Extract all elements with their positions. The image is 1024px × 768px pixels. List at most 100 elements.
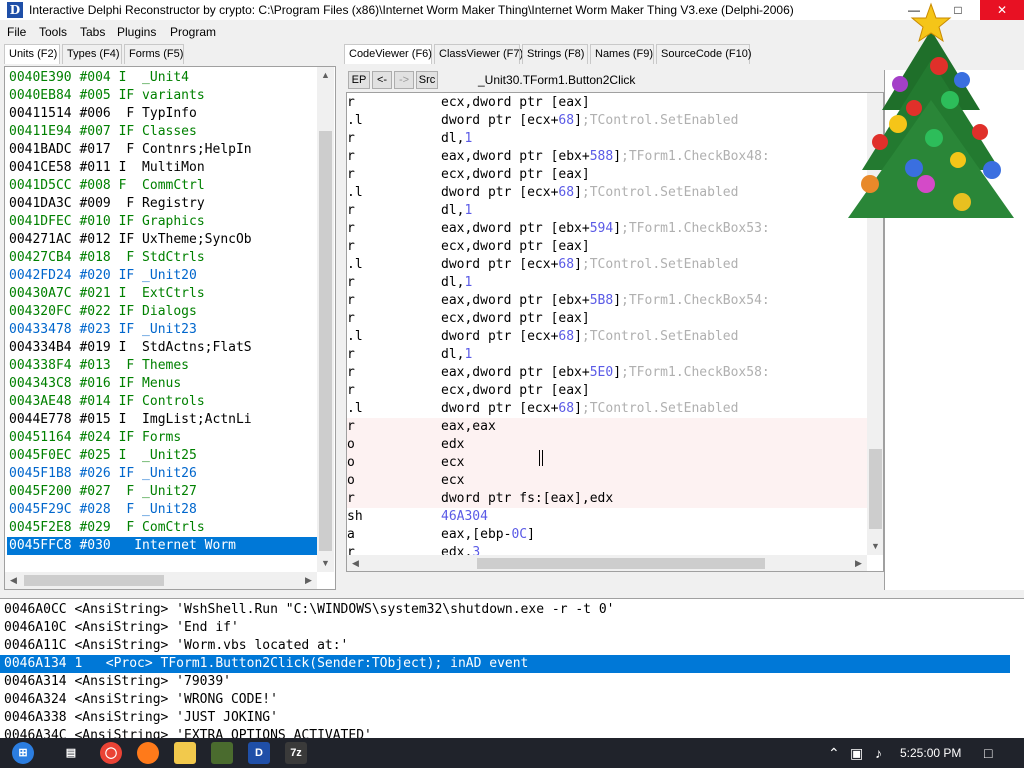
- scroll-thumb[interactable]: [319, 131, 332, 551]
- code-line[interactable]: r dl,1: [347, 346, 867, 364]
- tab-strings[interactable]: Strings (F8): [522, 44, 588, 64]
- code-line[interactable]: o ecx: [347, 454, 867, 472]
- code-line[interactable]: r dl,1: [347, 130, 867, 148]
- tab-units[interactable]: Units (F2): [4, 44, 60, 64]
- code-line[interactable]: r eax,dword ptr [ebx+5E0];TForm1.CheckBox…: [347, 364, 867, 382]
- unit-row[interactable]: 0045F200 #027 F _Unit27: [7, 483, 317, 501]
- menu-program[interactable]: Program: [170, 25, 216, 39]
- unit-row[interactable]: 0045FFC8 #030 Internet Worm: [7, 537, 317, 555]
- idr-icon[interactable]: D: [248, 742, 270, 764]
- scroll-thumb[interactable]: [477, 558, 765, 569]
- unit-row[interactable]: 0045F1B8 #026 IF _Unit26: [7, 465, 317, 483]
- unit-row[interactable]: 00427CB4 #018 F StdCtrls: [7, 249, 317, 267]
- code-line[interactable]: r eax,eax: [347, 418, 867, 436]
- code-line[interactable]: r eax,dword ptr [ebx+594];TForm1.CheckBox…: [347, 220, 867, 238]
- string-row[interactable]: 0046A314 <AnsiString> '79039': [0, 673, 1010, 691]
- scroll-left-icon[interactable]: ◀: [347, 555, 364, 571]
- menu-file[interactable]: File: [7, 25, 26, 39]
- code-line[interactable]: r eax,dword ptr [ebx+5B8];TForm1.CheckBox…: [347, 292, 867, 310]
- unit-row[interactable]: 0045F0EC #025 I _Unit25: [7, 447, 317, 465]
- tab-forms[interactable]: Forms (F5): [124, 44, 184, 64]
- tab-sourcecode[interactable]: SourceCode (F10): [656, 44, 752, 64]
- code-viewer[interactable]: r ecx,dword ptr [eax] .l dword ptr [ecx+68]…: [346, 92, 884, 572]
- unit-row[interactable]: 0041DFEC #010 IF Graphics: [7, 213, 317, 231]
- code-horizontal-scrollbar[interactable]: ◀ ▶: [347, 555, 867, 571]
- code-line[interactable]: r eax,dword ptr [ebx+588];TForm1.CheckBox…: [347, 148, 867, 166]
- string-row[interactable]: 0046A134 1 <Proc> TForm1.Button2Click(Se…: [0, 655, 1010, 673]
- code-line[interactable]: r ecx,dword ptr [eax]: [347, 310, 867, 328]
- string-row[interactable]: 0046A34C <AnsiString> 'EXTRA OPTIONS ACT…: [0, 727, 1010, 738]
- task-view-icon[interactable]: ▤: [60, 742, 82, 764]
- string-row[interactable]: 0046A10C <AnsiString> 'End if': [0, 619, 1010, 637]
- menu-tabs[interactable]: Tabs: [80, 25, 105, 39]
- menu-plugins[interactable]: Plugins: [117, 25, 156, 39]
- idr-app-icon[interactable]: D: [7, 2, 23, 18]
- scroll-right-icon[interactable]: ▶: [850, 555, 867, 571]
- unit-row[interactable]: 0045F29C #028 F _Unit28: [7, 501, 317, 519]
- 7zip-icon[interactable]: 7z: [285, 742, 307, 764]
- chrome-icon[interactable]: ◯: [100, 742, 122, 764]
- strings-list[interactable]: 0046A0CC <AnsiString> 'WshShell.Run "C:\…: [0, 598, 1024, 738]
- unit-row[interactable]: 0041D5CC #008 F CommCtrl: [7, 177, 317, 195]
- string-row[interactable]: 0046A0CC <AnsiString> 'WshShell.Run "C:\…: [0, 601, 1010, 619]
- unit-row[interactable]: 00433478 #023 IF _Unit23: [7, 321, 317, 339]
- firefox-icon[interactable]: [137, 742, 159, 764]
- unit-row[interactable]: 0041DA3C #009 F Registry: [7, 195, 317, 213]
- code-line[interactable]: .l dword ptr [ecx+68];TControl.SetEnabled: [347, 328, 867, 346]
- code-line[interactable]: r dword ptr fs:[eax],edx: [347, 490, 867, 508]
- unit-row[interactable]: 004271AC #012 IF UxTheme;SyncOb: [7, 231, 317, 249]
- unit-row[interactable]: 0045F2E8 #029 F ComCtrls: [7, 519, 317, 537]
- scroll-up-icon[interactable]: ▲: [317, 67, 334, 84]
- string-row[interactable]: 0046A11C <AnsiString> 'Worm.vbs located …: [0, 637, 1010, 655]
- code-line[interactable]: r ecx,dword ptr [eax]: [347, 382, 867, 400]
- code-line[interactable]: .l dword ptr [ecx+68];TControl.SetEnabled: [347, 184, 867, 202]
- unit-row[interactable]: 0040E390 #004 I _Unit4: [7, 69, 317, 87]
- unit-row[interactable]: 004343C8 #016 IF Menus: [7, 375, 317, 393]
- units-vertical-scrollbar[interactable]: ▲ ▼: [317, 67, 334, 572]
- volume-icon[interactable]: ♪: [875, 745, 882, 761]
- code-line[interactable]: a eax,[ebp-0C]: [347, 526, 867, 544]
- string-row[interactable]: 0046A324 <AnsiString> 'WRONG CODE!': [0, 691, 1010, 709]
- minecraft-icon[interactable]: [211, 742, 233, 764]
- tab-names[interactable]: Names (F9): [590, 44, 654, 64]
- tab-classviewer[interactable]: ClassViewer (F7): [434, 44, 523, 64]
- menu-tools[interactable]: Tools: [39, 25, 67, 39]
- code-line[interactable]: r dl,1: [347, 202, 867, 220]
- code-line[interactable]: r ecx,dword ptr [eax]: [347, 238, 867, 256]
- unit-row[interactable]: 00411514 #006 F TypInfo: [7, 105, 317, 123]
- forward-button[interactable]: ->: [394, 71, 414, 89]
- scroll-left-icon[interactable]: ◀: [5, 572, 22, 589]
- scroll-right-icon[interactable]: ▶: [300, 572, 317, 589]
- code-line[interactable]: o ecx: [347, 472, 867, 490]
- action-center-icon[interactable]: □: [984, 745, 992, 761]
- tray-chevron-up-icon[interactable]: ⌃: [828, 745, 840, 762]
- code-line[interactable]: r dl,1: [347, 274, 867, 292]
- network-icon[interactable]: ▣: [850, 745, 863, 762]
- src-button[interactable]: Src: [416, 71, 438, 89]
- code-line[interactable]: .l dword ptr [ecx+68];TControl.SetEnabled: [347, 400, 867, 418]
- file-explorer-icon[interactable]: [174, 742, 196, 764]
- code-line[interactable]: o edx: [347, 436, 867, 454]
- unit-row[interactable]: 0044E778 #015 I ImgList;ActnLi: [7, 411, 317, 429]
- unit-row[interactable]: 004338F4 #013 F Themes: [7, 357, 317, 375]
- units-list[interactable]: 0040E390 #004 I _Unit4 0040EB84 #005 IF v…: [4, 66, 336, 590]
- code-line[interactable]: .l dword ptr [ecx+68];TControl.SetEnabled: [347, 256, 867, 274]
- unit-row[interactable]: 0041CE58 #011 I MultiMon: [7, 159, 317, 177]
- code-line[interactable]: r ecx,dword ptr [eax]: [347, 94, 867, 112]
- unit-row[interactable]: 0040EB84 #005 IF variants: [7, 87, 317, 105]
- code-line[interactable]: sh 46A304: [347, 508, 867, 526]
- units-horizontal-scrollbar[interactable]: ◀ ▶: [5, 572, 317, 589]
- unit-row[interactable]: 004334B4 #019 I StdActns;FlatS: [7, 339, 317, 357]
- unit-row[interactable]: 00451164 #024 IF Forms: [7, 429, 317, 447]
- ep-button[interactable]: EP: [348, 71, 370, 89]
- code-line[interactable]: r ecx,dword ptr [eax]: [347, 166, 867, 184]
- windows-start-icon[interactable]: ⊞: [12, 742, 34, 764]
- unit-row[interactable]: 0043AE48 #014 IF Controls: [7, 393, 317, 411]
- back-button[interactable]: <-: [372, 71, 392, 89]
- code-line[interactable]: .l dword ptr [ecx+68];TControl.SetEnabled: [347, 112, 867, 130]
- scroll-down-icon[interactable]: ▼: [317, 555, 334, 572]
- unit-row[interactable]: 00430A7C #021 I ExtCtrls: [7, 285, 317, 303]
- unit-row[interactable]: 0042FD24 #020 IF _Unit20: [7, 267, 317, 285]
- unit-row[interactable]: 004320FC #022 IF Dialogs: [7, 303, 317, 321]
- scroll-thumb[interactable]: [869, 449, 882, 529]
